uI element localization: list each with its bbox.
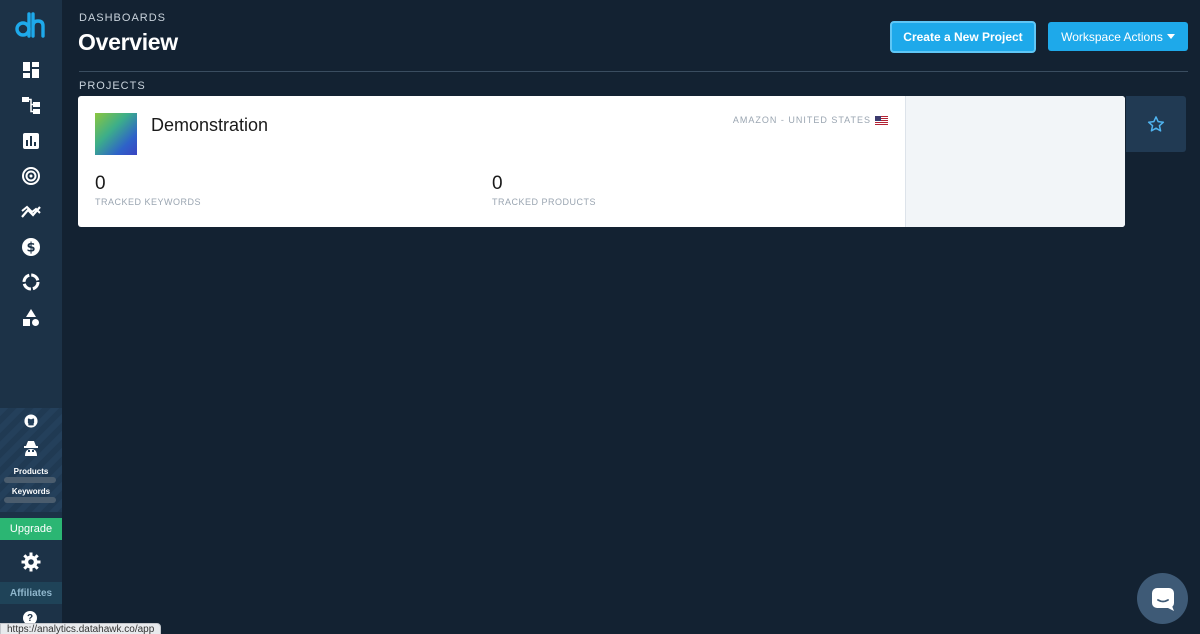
project-name: Demonstration bbox=[151, 115, 269, 135]
caret-down-icon bbox=[1166, 34, 1175, 39]
dashboard-icon[interactable] bbox=[19, 58, 43, 82]
create-project-label: Create a New Project bbox=[903, 30, 1023, 44]
shapes-icon[interactable] bbox=[19, 306, 43, 330]
us-flag-icon bbox=[875, 115, 888, 125]
project-card-side-panel bbox=[905, 96, 1125, 227]
create-project-button[interactable]: Create a New Project bbox=[890, 21, 1036, 53]
star-icon bbox=[1147, 116, 1165, 132]
hierarchy-icon[interactable] bbox=[19, 93, 43, 117]
target-icon[interactable] bbox=[19, 164, 43, 188]
upgrade-button[interactable]: Upgrade bbox=[0, 518, 62, 540]
marketplace-text: AMAZON - UNITED STATES bbox=[732, 115, 871, 125]
ring-icon[interactable] bbox=[19, 270, 43, 294]
project-thumbnail bbox=[95, 113, 137, 155]
tracked-products-value: 0 bbox=[492, 173, 503, 194]
status-bar-url: https://analytics.datahawk.co/app bbox=[0, 623, 162, 634]
app-root: $ Products Keywords Upgrade Affiliates ?… bbox=[0, 0, 1200, 634]
usage-products-bar bbox=[4, 477, 56, 483]
chat-icon bbox=[1151, 587, 1174, 611]
usage-keywords-bar bbox=[4, 497, 56, 503]
spy-agent-icon[interactable] bbox=[21, 438, 41, 458]
marketplace-label: AMAZON - UNITED STATES bbox=[733, 115, 888, 125]
datahawk-logo[interactable] bbox=[14, 10, 48, 40]
sidebar: $ Products Keywords Upgrade Affiliates ? bbox=[0, 0, 62, 634]
favorite-button[interactable] bbox=[1126, 96, 1186, 152]
github-icon[interactable] bbox=[21, 411, 41, 431]
breadcrumb: DASHBOARDS bbox=[79, 12, 167, 24]
tracked-products-label: TRACKED PRODUCTS bbox=[492, 197, 597, 207]
workspace-actions-label: Workspace Actions bbox=[1061, 29, 1163, 44]
gear-icon[interactable] bbox=[20, 551, 42, 573]
page-title: Overview bbox=[78, 29, 178, 55]
trend-icon[interactable] bbox=[19, 200, 43, 224]
usage-products-label: Products bbox=[13, 467, 49, 476]
tracked-keywords-label: TRACKED KEYWORDS bbox=[95, 197, 202, 207]
workspace-actions-button[interactable]: Workspace Actions bbox=[1048, 22, 1188, 51]
chat-button[interactable] bbox=[1137, 573, 1188, 624]
affiliates-button[interactable]: Affiliates bbox=[0, 582, 62, 604]
projects-section-label: PROJECTS bbox=[79, 80, 146, 92]
project-card[interactable]: Demonstration AMAZON - UNITED STATES 0 T… bbox=[78, 96, 1125, 227]
header-divider bbox=[79, 71, 1188, 72]
usage-panel: Products Keywords bbox=[0, 408, 62, 512]
svg-text:$: $ bbox=[26, 241, 35, 256]
tracked-keywords-value: 0 bbox=[95, 173, 106, 194]
bar-chart-icon[interactable] bbox=[19, 129, 43, 153]
usage-keywords-label: Keywords bbox=[11, 487, 51, 496]
dollar-icon[interactable]: $ bbox=[19, 235, 43, 259]
